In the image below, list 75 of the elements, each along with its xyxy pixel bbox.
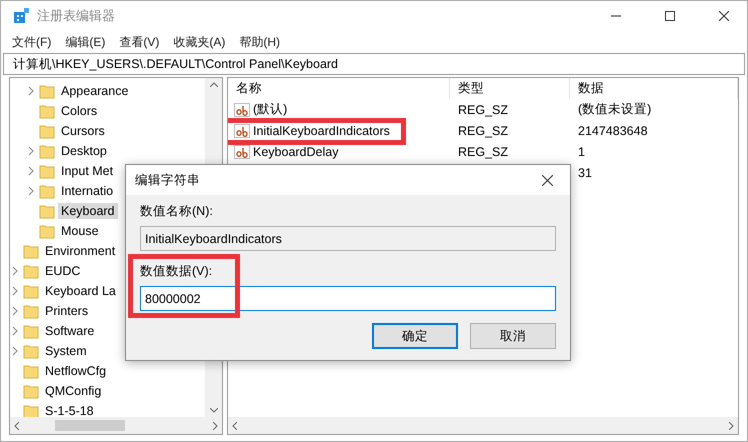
scroll-right-icon[interactable] [213, 422, 218, 430]
horizontal-scrollbar[interactable] [228, 417, 738, 434]
field-label: 数值数据(V): [140, 263, 214, 280]
scroll-down-icon[interactable] [210, 408, 218, 413]
folder-icon [39, 143, 55, 159]
folder-icon [23, 283, 39, 299]
scroll-up-icon[interactable] [210, 82, 218, 87]
menu-item[interactable]: 收藏夹(A) [166, 34, 232, 50]
tree-item[interactable]: Printers [42, 303, 92, 319]
tree-item[interactable]: QMConfig [42, 383, 104, 399]
folder-icon [23, 303, 39, 319]
tree-item[interactable]: Keyboard [58, 203, 118, 219]
close-icon [542, 174, 552, 186]
value-name-field[interactable]: InitialKeyboardIndicators [140, 226, 556, 251]
value-name: InitialKeyboardIndicators [253, 124, 390, 138]
folder-icon [39, 203, 55, 219]
tree-item[interactable]: EUDC [42, 263, 84, 279]
tree-item[interactable]: Mouse [58, 223, 102, 239]
folder-icon [23, 323, 39, 339]
tree-item[interactable]: S-1-5-18 [42, 403, 97, 417]
tree-item[interactable]: Keyboard La [42, 283, 119, 299]
dialog-button[interactable]: 确定 [372, 323, 458, 349]
value-name: KeyboardDelay [253, 144, 338, 158]
value-type: REG_SZ [457, 124, 508, 138]
tree-item[interactable]: Desktop [58, 143, 110, 159]
menu-item[interactable]: 查看(V) [112, 34, 166, 50]
folder-icon [39, 123, 55, 139]
value-data: (数值未设置) [577, 102, 652, 116]
folder-icon [39, 223, 55, 239]
folder-icon [39, 163, 55, 179]
folder-icon [23, 363, 39, 379]
tree-item[interactable]: Cursors [58, 123, 108, 139]
window-title: 注册表编辑器 [37, 7, 116, 25]
tree-item[interactable]: Software [42, 323, 98, 339]
value-type: REG_SZ [457, 145, 508, 159]
tree-item[interactable]: System [42, 343, 90, 359]
folder-icon [23, 243, 39, 259]
tree-item[interactable]: Environment [42, 243, 118, 259]
value-data: 2147483648 [577, 124, 648, 138]
menu-item[interactable]: 文件(F) [5, 34, 58, 50]
value-name: (默认) [253, 101, 288, 118]
tree-item[interactable]: Colors [58, 103, 100, 119]
registry-app-icon [13, 8, 29, 24]
column-header[interactable]: 类型 [450, 78, 570, 99]
column-header[interactable]: 名称 [228, 78, 450, 99]
horizontal-scrollbar[interactable] [10, 417, 222, 434]
column-header[interactable]: 数据 [570, 78, 738, 99]
close-icon [719, 11, 729, 21]
value-data: 1 [577, 145, 585, 159]
address-bar[interactable]: 计算机\HKEY_USERS\.DEFAULT\Control Panel\Keyboard [3, 53, 745, 75]
folder-icon [23, 383, 39, 399]
dialog-title: 编辑字符串 [135, 172, 200, 188]
maximize-icon [665, 11, 675, 21]
menu-item[interactable]: 编辑(E) [58, 34, 112, 50]
folder-icon [23, 343, 39, 359]
folder-icon [39, 183, 55, 199]
string-value-icon [234, 122, 250, 138]
scroll-left-icon[interactable] [232, 422, 237, 430]
string-value-icon [234, 144, 250, 160]
folder-icon [39, 83, 55, 99]
dialog-button[interactable]: 取消 [470, 323, 556, 349]
tree-item[interactable]: Internatio [58, 183, 116, 199]
folder-icon [23, 263, 39, 279]
menu-item[interactable]: 帮助(H) [232, 34, 287, 50]
tree-item[interactable]: Appearance [58, 83, 132, 99]
string-value-icon [234, 102, 250, 118]
value-type: REG_SZ [457, 103, 508, 117]
value-data: 31 [577, 166, 592, 180]
scroll-left-icon[interactable] [14, 422, 19, 430]
tree-item[interactable]: NetflowCfg [42, 363, 110, 379]
tree-item[interactable]: Input Met [58, 163, 116, 179]
scroll-right-icon[interactable] [729, 422, 734, 430]
value-data-field[interactable]: 80000002 [140, 286, 556, 311]
folder-icon [39, 103, 55, 119]
field-label: 数值名称(N): [140, 203, 214, 220]
